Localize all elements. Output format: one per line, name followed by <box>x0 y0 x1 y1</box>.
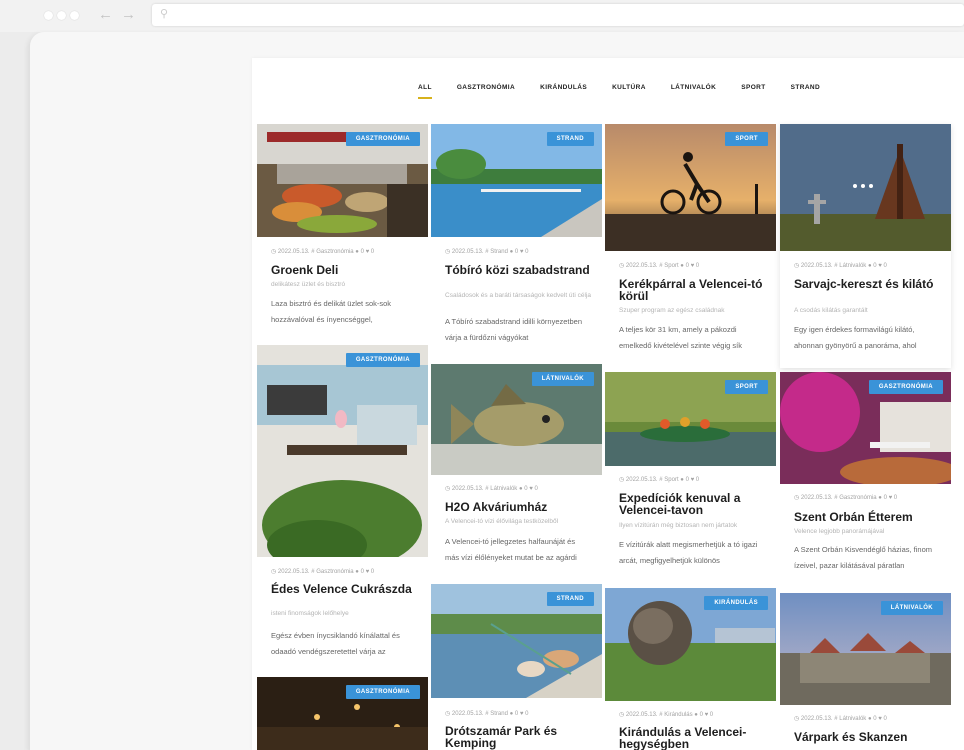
card-groenk-deli[interactable]: GASZTRONÓMIA ◷ 2022.05.13. # Gasztronómi… <box>257 124 428 334</box>
filter-latnivalok[interactable]: LÁTNIVALÓK <box>671 84 716 99</box>
card-meta: ◷ 2022.05.13. # Kirándulás ● 0 ♥ 0 <box>619 712 714 718</box>
category-badge[interactable]: GASZTRONÓMIA <box>868 380 943 394</box>
card-meta: ◷ 2022.05.13. # Strand ● 0 ♥ 0 <box>445 711 529 717</box>
forward-arrow-icon[interactable]: → <box>121 6 136 23</box>
category-filter-bar: ALL GASZTRONÓMIA KIRÁNDULÁS KULTÚRA LÁTN… <box>418 84 845 99</box>
card-title[interactable]: Szent Orbán Étterem <box>794 511 941 523</box>
filter-sport[interactable]: SPORT <box>741 84 765 99</box>
card-description: Laza bisztró és delikát üzlet sok-sok ho… <box>271 299 392 324</box>
filter-gasztronomia[interactable]: GASZTRONÓMIA <box>457 84 515 99</box>
card-tobiro-strand[interactable]: STRAND ◷ 2022.05.13. # Strand ● 0 ♥ 0 Tó… <box>431 124 602 354</box>
card-subtitle: A csodás kilátás garantált <box>794 307 868 314</box>
category-badge[interactable]: STRAND <box>546 132 594 146</box>
card-expediciok-kenuval[interactable]: SPORT ◷ 2022.05.13. # Sport ● 0 ♥ 0 Expe… <box>605 372 776 582</box>
card-szent-orban-etterem[interactable]: GASZTRONÓMIA ◷ 2022.05.13. # Gasztronómi… <box>780 372 951 582</box>
category-badge[interactable]: GASZTRONÓMIA <box>345 685 420 699</box>
back-arrow-icon[interactable]: ← <box>98 6 113 23</box>
maximize-dot-icon[interactable] <box>70 11 79 20</box>
card-title[interactable]: Tóbíró közi szabadstrand <box>445 264 592 276</box>
card-meta: ◷ 2022.05.13. # Látnivalók ● 0 ♥ 0 <box>445 486 538 492</box>
card-h2o-akvariumhaz[interactable]: LÁTNIVALÓK ◷ 2022.05.13. # Látnivalók ● … <box>431 364 602 579</box>
card-meta: ◷ 2022.05.13. # Gasztronómia ● 0 ♥ 0 <box>271 249 375 255</box>
card-meta: ◷ 2022.05.13. # Látnivalók ● 0 ♥ 0 <box>794 263 887 269</box>
filter-kirandulas[interactable]: KIRÁNDULÁS <box>540 84 587 99</box>
card-subtitle: Családosok és a baráti társaságok kedvel… <box>445 292 591 299</box>
category-badge[interactable]: GASZTRONÓMIA <box>345 353 420 367</box>
window-controls <box>44 11 79 20</box>
card-description: A Szent Orbán Kisvendéglő házias, finom … <box>794 545 932 570</box>
card-title[interactable]: Drótszamár Park és Kemping <box>445 725 592 749</box>
category-badge[interactable]: STRAND <box>546 592 594 606</box>
card-gasztronomia-bottom[interactable]: GASZTRONÓMIA <box>257 677 428 750</box>
card-kirandulas-velencei-hegyseg[interactable]: KIRÁNDULÁS ◷ 2022.05.13. # Kirándulás ● … <box>605 588 776 750</box>
card-edes-velence[interactable]: GASZTRONÓMIA ◷ 2022.05.13. # Gasztronómi… <box>257 345 428 665</box>
card-title[interactable]: Expedíciók kenuval a Velencei-tavon <box>619 492 766 516</box>
card-description: A Tóbíró szabadstrand idilli környezetbe… <box>445 317 583 342</box>
card-title[interactable]: Várpark és Skanzen <box>794 731 941 743</box>
card-title[interactable]: Édes Velence Cukrászda <box>271 583 418 595</box>
card-title[interactable]: Kerékpárral a Velencei-tó körül <box>619 278 766 302</box>
filter-strand[interactable]: STRAND <box>791 84 820 99</box>
category-badge[interactable]: LÁTNIVALÓK <box>880 601 943 615</box>
card-image[interactable] <box>257 345 428 557</box>
category-badge[interactable]: LÁTNIVALÓK <box>531 372 594 386</box>
category-badge[interactable]: GASZTRONÓMIA <box>345 132 420 146</box>
card-title[interactable]: Groenk Deli <box>271 264 418 276</box>
card-meta: ◷ 2022.05.13. # Gasztronómia ● 0 ♥ 0 <box>271 569 375 575</box>
card-meta: ◷ 2022.05.13. # Sport ● 0 ♥ 0 <box>619 263 700 269</box>
more-options-icon[interactable] <box>853 184 873 188</box>
card-varpark-skanzen[interactable]: LÁTNIVALÓK ◷ 2022.05.13. # Látnivalók ● … <box>780 593 951 750</box>
card-kerekpar[interactable]: SPORT ◷ 2022.05.13. # Sport ● 0 ♥ 0 Keré… <box>605 124 776 364</box>
card-description: E vízitúrák alatt megismerhetjük a tó ig… <box>619 540 758 565</box>
card-meta: ◷ 2022.05.13. # Gasztronómia ● 0 ♥ 0 <box>794 495 898 501</box>
card-title[interactable]: Sarvajc-kereszt és kilátó <box>794 278 941 290</box>
card-subtitle: delikátesz üzlet és bisztró <box>271 281 346 288</box>
card-meta: ◷ 2022.05.13. # Strand ● 0 ♥ 0 <box>445 249 529 255</box>
search-icon: ⚲ <box>160 8 169 20</box>
category-badge[interactable]: KIRÁNDULÁS <box>704 596 768 610</box>
card-description: A teljes kör 31 km, amely a pákozdi emel… <box>619 325 742 350</box>
card-title[interactable]: H2O Akváriumház <box>445 501 592 513</box>
minimize-dot-icon[interactable] <box>57 11 66 20</box>
card-image[interactable] <box>780 124 951 251</box>
filter-all[interactable]: ALL <box>418 84 432 99</box>
card-subtitle: isteni finomságok lelőhelye <box>271 610 349 617</box>
category-badge[interactable]: SPORT <box>725 132 768 146</box>
browser-toolbar: ← → ⚲ <box>0 0 964 32</box>
card-description: A Velencei-tó jellegzetes halfaunáját és… <box>445 537 577 562</box>
card-subtitle: Szuper program az egész családnak <box>619 307 725 314</box>
close-dot-icon[interactable] <box>44 11 53 20</box>
card-sarvajc-kereszt[interactable]: ◷ 2022.05.13. # Látnivalók ● 0 ♥ 0 Sarva… <box>780 124 951 368</box>
filter-kultura[interactable]: KULTÚRA <box>612 84 646 99</box>
card-subtitle: A Velencei-tó vízi élővilága testközelbő… <box>445 518 559 525</box>
card-meta: ◷ 2022.05.13. # Látnivalók ● 0 ♥ 0 <box>794 716 887 722</box>
card-subtitle: Velence legjobb panorámájával <box>794 528 885 535</box>
card-description: Egy igen érdekes formavilágú kilátó, aho… <box>794 325 917 350</box>
card-subtitle: Ilyen vízitúrán még biztosan nem jártato… <box>619 522 738 529</box>
card-description: Egész évben ínycsiklandó kínálattal és o… <box>271 631 400 656</box>
address-bar[interactable]: ⚲ <box>152 4 964 26</box>
card-meta: ◷ 2022.05.13. # Sport ● 0 ♥ 0 <box>619 477 700 483</box>
category-badge[interactable]: SPORT <box>725 380 768 394</box>
card-title[interactable]: Kirándulás a Velencei-hegységben <box>619 726 766 750</box>
card-drotszamar-park[interactable]: STRAND ◷ 2022.05.13. # Strand ● 0 ♥ 0 Dr… <box>431 584 602 750</box>
